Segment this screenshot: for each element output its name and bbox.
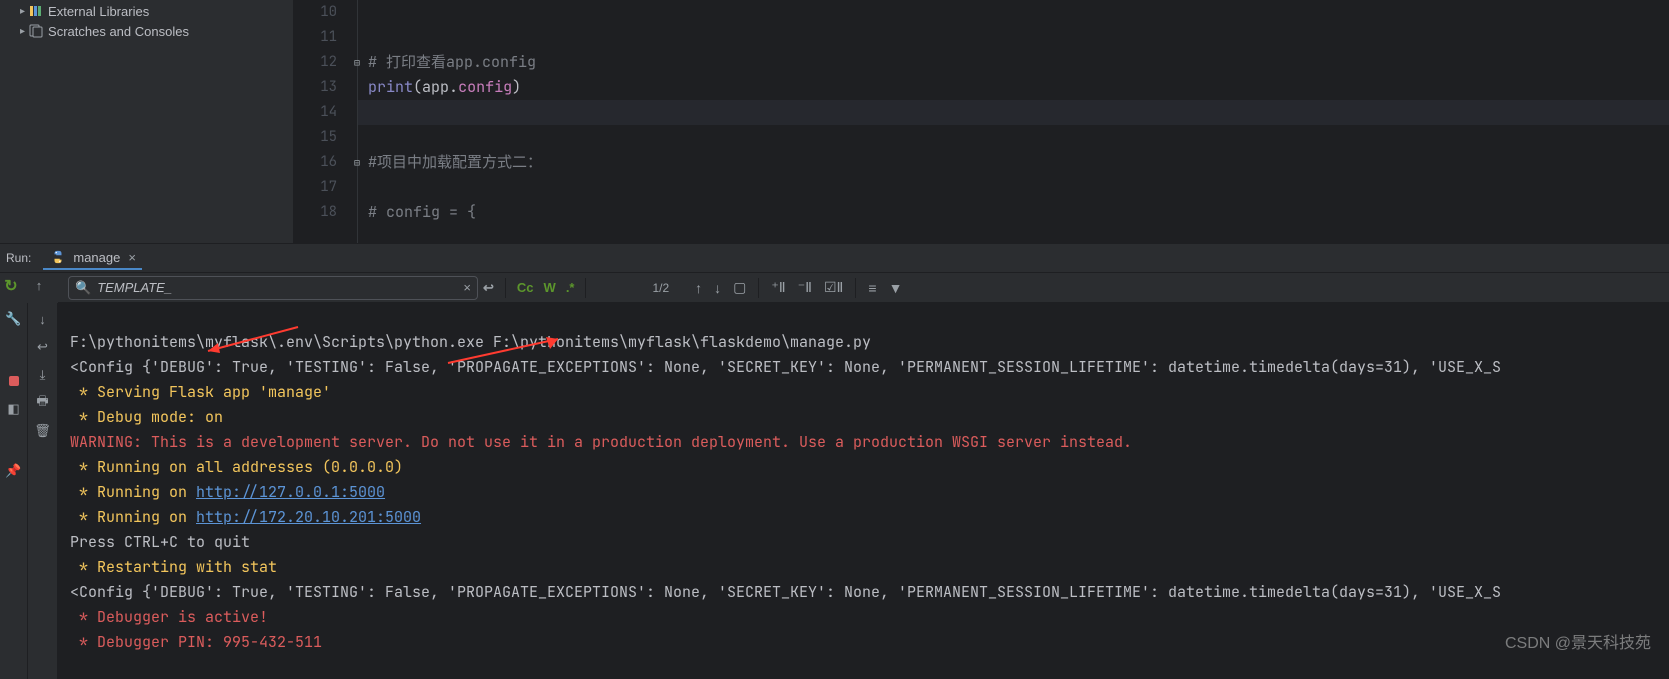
match-case-toggle[interactable]: Cc: [512, 280, 539, 295]
filter-icon[interactable]: ▼: [883, 280, 909, 296]
line-number: 16: [294, 150, 337, 175]
console-line: * Serving Flask app 'manage': [70, 382, 331, 402]
chevron-right-icon: ▸: [20, 6, 25, 17]
line-number: 10: [294, 0, 337, 25]
settings-icon[interactable]: 🔧: [3, 307, 25, 331]
console-line: * Running on http://172.20.10.201:5000: [70, 507, 421, 527]
code-editor[interactable]: 10 11 12 13 14 15 16 17 18 ⊟# 打印查看app.co…: [294, 0, 1669, 243]
python-file-icon: [51, 249, 67, 265]
console-line: * Running on all addresses (0.0.0.0): [70, 457, 403, 477]
search-history-icon[interactable]: ↩: [478, 280, 499, 296]
run-tool-window-tabs: Run: manage ×: [0, 243, 1669, 273]
next-match-icon[interactable]: ↓: [708, 280, 727, 296]
stop-icon[interactable]: [3, 369, 25, 393]
line-number: 13: [294, 75, 337, 100]
run-side-toolbar: 🔧 ◧ 📌: [0, 303, 28, 679]
console-side-toolbar: ↓ ↩ ⤓ 🖶 🗑: [28, 303, 58, 679]
project-tree-panel[interactable]: ▸ External Libraries ▸ Scratches and Con…: [0, 0, 294, 243]
separator: [505, 278, 506, 298]
soft-wrap-icon[interactable]: ↩: [32, 335, 54, 359]
chevron-right-icon: ▸: [20, 26, 25, 37]
toggle-filter-icon[interactable]: ≡: [862, 280, 882, 296]
line-number: 11: [294, 25, 337, 50]
run-tab-label: manage: [73, 250, 120, 265]
tree-item-label: External Libraries: [48, 4, 149, 19]
line-number: 17: [294, 175, 337, 200]
rerun-icon[interactable]: ↻: [0, 274, 22, 298]
console-line: Press CTRL+C to quit: [70, 532, 250, 552]
console-line: * Restarting with stat: [70, 557, 277, 577]
add-selection-icon[interactable]: ⁺Ⅱ: [765, 279, 791, 296]
arrow-down-icon[interactable]: ↓: [32, 307, 54, 331]
console-line: F:\pythonitems\myflask\.env\Scripts\pyth…: [70, 332, 871, 352]
open-in-new-icon[interactable]: ▢: [727, 279, 752, 296]
remove-selection-icon[interactable]: ⁻Ⅱ: [792, 279, 818, 296]
code-line: [358, 25, 1669, 50]
library-icon: [28, 3, 44, 19]
console-line: * Running on http://127.0.0.1:5000: [70, 482, 385, 502]
console-line: * Debugger PIN: 995-432-511: [70, 632, 322, 652]
print-icon[interactable]: 🖶: [32, 391, 54, 415]
prev-match-icon[interactable]: ↑: [689, 280, 708, 296]
line-number: 12: [294, 50, 337, 75]
scroll-to-end-icon[interactable]: ⤓: [32, 363, 54, 387]
scratches-icon: [28, 23, 44, 39]
trash-icon[interactable]: 🗑: [32, 419, 54, 443]
run-label: Run:: [6, 251, 31, 265]
line-number: 14: [294, 100, 337, 125]
code-line: [358, 0, 1669, 25]
words-toggle[interactable]: W: [539, 280, 561, 295]
code-content[interactable]: ⊟# 打印查看app.config print(app.config) ⊟#项目…: [358, 0, 1669, 243]
tree-item-label: Scratches and Consoles: [48, 24, 189, 39]
layout-icon[interactable]: ◧: [3, 397, 25, 421]
separator: [758, 278, 759, 298]
console-toolbar: ↻ ↑ 🔍 × ↩ Cc W .* 1/2 ↑ ↓ ▢ ⁺Ⅱ ⁻Ⅱ ☑Ⅱ ≡ ▼: [0, 273, 1669, 303]
select-all-icon[interactable]: ☑Ⅱ: [818, 279, 849, 296]
code-line-current: [358, 100, 1669, 125]
search-text-field[interactable]: [97, 280, 459, 295]
arrow-up-icon: ↑: [28, 274, 50, 298]
code-line: # config = {: [358, 200, 1669, 225]
fold-indicator-icon[interactable]: ⊟: [354, 150, 360, 175]
console-search-input[interactable]: 🔍 ×: [68, 276, 478, 300]
separator: [855, 278, 856, 298]
console-line: * Debugger is active!: [70, 607, 268, 627]
code-line: print(app.config): [358, 75, 1669, 100]
clear-search-icon[interactable]: ×: [463, 280, 471, 295]
console-output[interactable]: F:\pythonitems\myflask\.env\Scripts\pyth…: [58, 303, 1669, 679]
code-line: [358, 175, 1669, 200]
fold-indicator-icon[interactable]: ⊟: [354, 50, 360, 75]
regex-toggle[interactable]: .*: [561, 280, 580, 295]
pin-icon[interactable]: 📌: [3, 459, 25, 483]
separator: [585, 278, 586, 298]
nav-up-button[interactable]: ↑: [28, 273, 58, 303]
run-actions-left: ↻: [0, 273, 28, 303]
run-tab-manage[interactable]: manage ×: [43, 246, 142, 270]
console-line: <Config {'DEBUG': True, 'TESTING': False…: [70, 357, 1501, 377]
console-line: <Config {'DEBUG': True, 'TESTING': False…: [70, 582, 1501, 602]
line-number-gutter: 10 11 12 13 14 15 16 17 18: [294, 0, 358, 243]
console-line: * Debug mode: on: [70, 407, 223, 427]
url-link[interactable]: http://127.0.0.1:5000: [196, 482, 385, 502]
line-number: 18: [294, 200, 337, 225]
console-warning-line: WARNING: This is a development server. D…: [70, 432, 1132, 452]
tree-item-scratches[interactable]: ▸ Scratches and Consoles: [20, 21, 293, 41]
match-count-label: 1/2: [652, 281, 669, 295]
url-link[interactable]: http://172.20.10.201:5000: [196, 507, 421, 527]
code-line: ⊟#项目中加载配置方式二：: [358, 150, 1669, 175]
code-line: ⊟# 打印查看app.config: [358, 50, 1669, 75]
line-number: 15: [294, 125, 337, 150]
code-line: [358, 125, 1669, 150]
tree-item-external-libraries[interactable]: ▸ External Libraries: [20, 1, 293, 21]
close-tab-icon[interactable]: ×: [128, 250, 136, 265]
search-icon: 🔍: [75, 280, 91, 296]
